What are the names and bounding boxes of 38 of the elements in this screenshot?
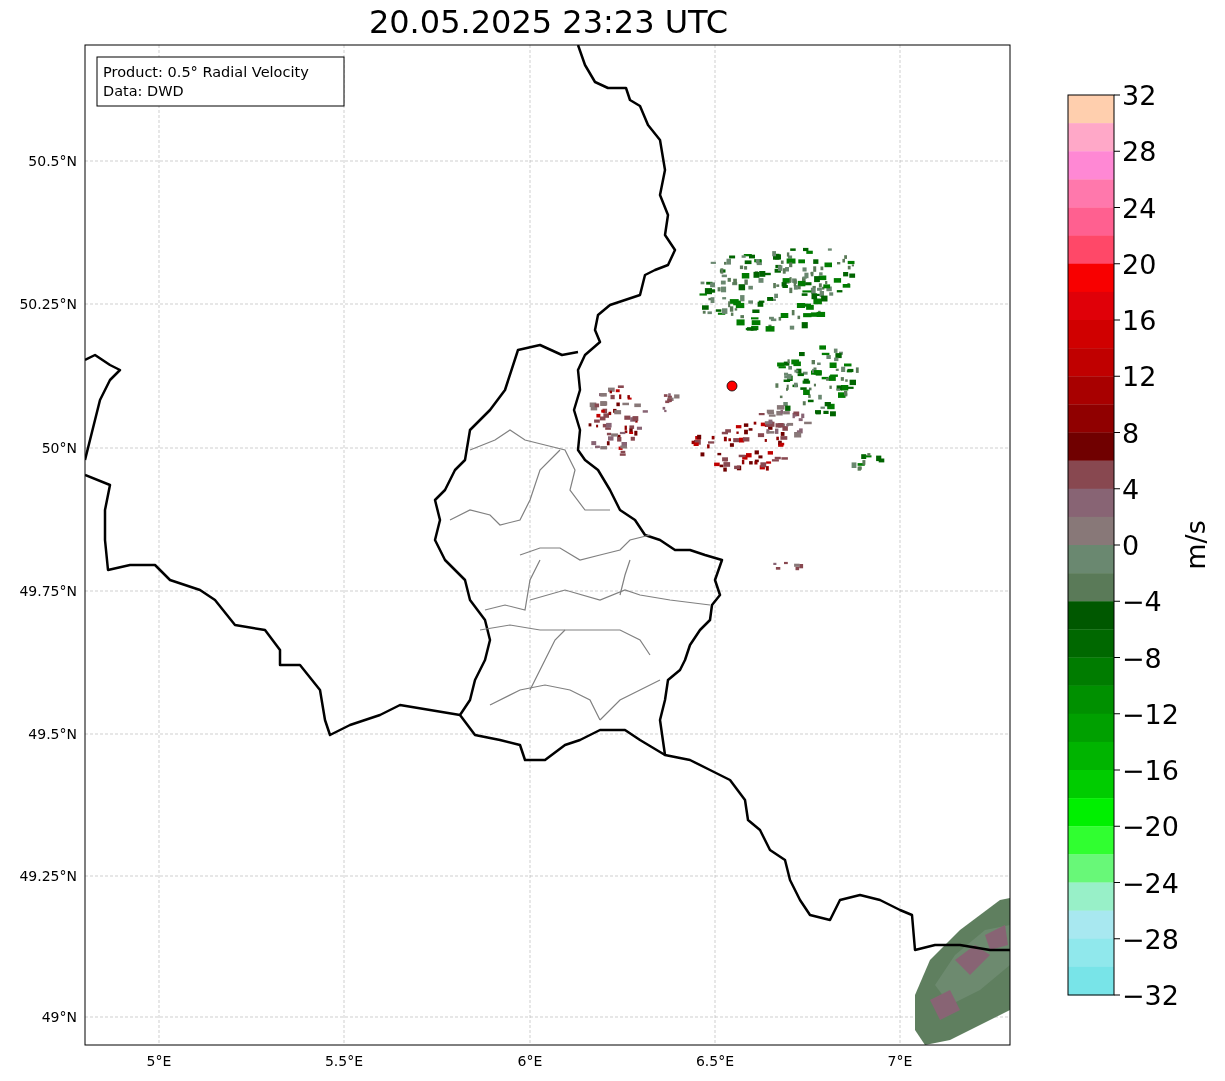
radar-echo-drawing (773, 561, 804, 571)
radar-echo-drawing (662, 393, 680, 413)
colorbar-tick-label: 8 (1122, 417, 1140, 449)
colorbar-tick-label: −32 (1122, 980, 1179, 1011)
axis-tick-label: 49°N (41, 1009, 77, 1025)
axis-tick-label: 49.5°N (28, 726, 77, 742)
axis-tick-label: 50.25°N (19, 296, 77, 312)
info-text: Product: 0.5° Radial Velocity (103, 64, 309, 80)
axis-tick-label: 7°E (887, 1053, 913, 1069)
chart-title: 20.05.2025 23:23 UTC (367, 4, 730, 40)
colorbar-tick-label: 4 (1122, 473, 1140, 505)
axis-tick-label: 49.75°N (19, 583, 77, 599)
axis-tick-label: 5°E (146, 1053, 172, 1069)
axis-tick-label: 50°N (41, 440, 77, 456)
colorbar-tick-label: 0 (1122, 530, 1140, 561)
colorbar-tick-label: −8 (1122, 642, 1162, 674)
colorbar-label: m/s (1180, 520, 1211, 570)
colorbar-tick-label: 16 (1122, 305, 1157, 336)
colorbar-tick-label: 32 (1122, 80, 1157, 111)
colorbar-tick-label: −20 (1122, 811, 1179, 843)
colorbar-tick-label: 20 (1122, 248, 1157, 280)
radar-echo-drawing (851, 453, 885, 471)
info-text: Data: DWD (103, 83, 184, 99)
colorbar-tick-label: 24 (1122, 192, 1157, 224)
axis-tick-label: 49.25°N (19, 868, 77, 884)
colorbar-tick-label: 28 (1122, 136, 1157, 168)
axis-tick-label: 6.5°E (695, 1053, 735, 1069)
axis-tick-label: 50.5°N (28, 153, 77, 169)
radar-site-marker (726, 380, 738, 392)
colorbar-tick-label: −4 (1122, 586, 1162, 618)
colorbar-tick-label: −24 (1122, 867, 1179, 899)
colorbar-tick-label: 12 (1122, 361, 1157, 393)
axis-tick-label: 5.5°E (324, 1053, 364, 1069)
colorbar-tick-label: −12 (1122, 698, 1179, 730)
radar-echo-drawing (588, 385, 648, 456)
colorbar-tick-label: −28 (1122, 923, 1179, 955)
axis-tick-label: 6°E (517, 1053, 543, 1069)
colorbar-tick-label: −16 (1122, 755, 1179, 786)
